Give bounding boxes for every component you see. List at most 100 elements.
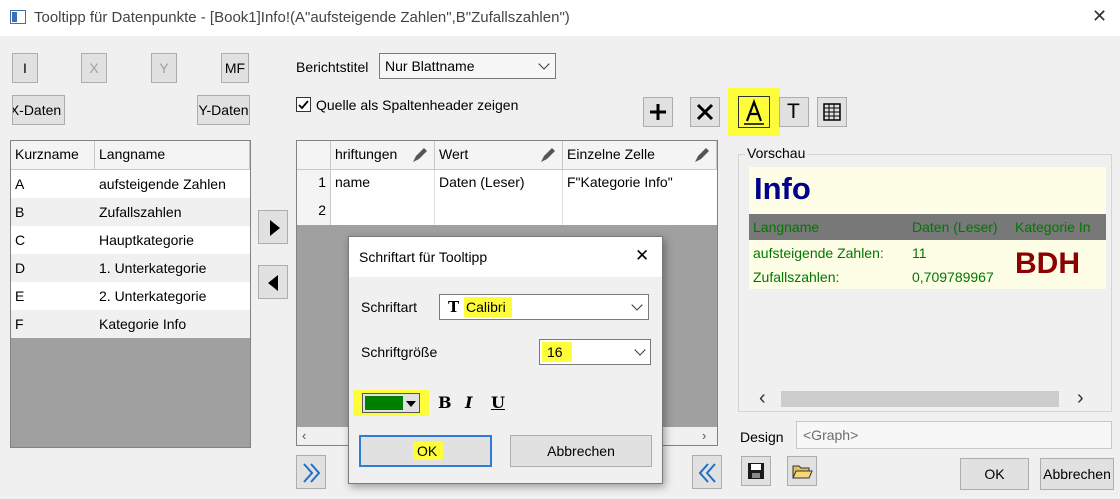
scroll-left-icon[interactable]: ‹	[302, 428, 306, 443]
title-bar: Tooltipp für Datenpunkte - [Book1]Info!(…	[0, 0, 1120, 36]
header-label: hriftungen	[335, 146, 398, 162]
chevron-down-icon	[538, 58, 550, 70]
text-button[interactable]: T	[779, 97, 809, 127]
x-button[interactable]: X	[81, 53, 107, 83]
table-corner	[297, 141, 331, 170]
preview-row-name: aufsteigende Zahlen:	[753, 245, 884, 261]
column-list[interactable]: Kurzname Langname A aufsteigende Zahlen …	[10, 140, 251, 448]
preview-hscrollbar[interactable]: ‹ ›	[749, 387, 1106, 410]
font-button[interactable]	[738, 96, 770, 128]
italic-button[interactable]: I	[465, 393, 472, 412]
dialog-ok-button[interactable]: OK	[359, 435, 492, 467]
scroll-thumb[interactable]	[781, 391, 1059, 407]
table-icon	[823, 103, 841, 121]
preview-header-langname: Langname	[753, 219, 820, 235]
preview-area: Info Langname Daten (Leser) Kategorie In…	[749, 167, 1106, 289]
list-item[interactable]: D	[11, 254, 95, 282]
double-chevron-left-icon	[698, 463, 716, 483]
source-header-checkbox[interactable]	[296, 97, 311, 112]
header-beschriftungen[interactable]: hriftungen	[331, 141, 435, 170]
header-kurzname[interactable]: Kurzname	[11, 141, 95, 170]
list-rows: A aufsteigende Zahlen B Zufallszahlen C …	[11, 170, 250, 338]
x-daten-button[interactable]: X-Daten	[12, 95, 65, 125]
i-button[interactable]: I	[12, 53, 38, 83]
pencil-icon[interactable]	[410, 145, 430, 165]
add-right-button[interactable]	[258, 210, 288, 244]
chevron-down-icon	[631, 299, 643, 311]
font-dialog: Schriftart für Tooltipp ✕ Schriftart T C…	[348, 236, 663, 484]
table-cell[interactable]: name	[331, 170, 435, 198]
check-icon	[298, 100, 309, 110]
scroll-left-icon[interactable]: ‹	[759, 387, 766, 410]
underline-button[interactable]: U	[491, 393, 505, 412]
preview-header-kategorie: Kategorie In	[1015, 219, 1091, 235]
bold-button[interactable]: B	[438, 393, 452, 412]
table-cell[interactable]	[563, 198, 717, 225]
color-picker[interactable]	[362, 393, 420, 413]
table-cell[interactable]	[331, 198, 435, 225]
list-item[interactable]: Kategorie Info	[95, 310, 250, 338]
list-item[interactable]: A	[11, 170, 95, 198]
table-cell[interactable]: Daten (Leser)	[435, 170, 563, 198]
report-title-select[interactable]: Nur Blattname	[379, 53, 556, 79]
list-item[interactable]: E	[11, 282, 95, 310]
font-a-icon	[744, 98, 764, 125]
mf-button[interactable]: MF	[221, 53, 249, 83]
y-button[interactable]: Y	[151, 53, 177, 83]
dialog-title: Schriftart für Tooltipp	[359, 249, 488, 265]
pencil-icon[interactable]	[538, 145, 558, 165]
dialog-cancel-button[interactable]: Abbrechen	[510, 435, 652, 467]
scroll-right-icon[interactable]: ›	[1077, 387, 1084, 410]
header-einzelne-zelle[interactable]: Einzelne Zelle	[563, 141, 717, 170]
list-item[interactable]: B	[11, 198, 95, 226]
add-row-button[interactable]	[643, 97, 673, 127]
ok-button[interactable]: OK	[960, 458, 1029, 490]
size-select[interactable]: 16	[539, 339, 651, 365]
table-button[interactable]	[817, 97, 847, 127]
header-wert[interactable]: Wert	[435, 141, 563, 170]
list-item[interactable]: aufsteigende Zahlen	[95, 170, 250, 198]
cancel-button[interactable]: Abbrechen	[1040, 458, 1114, 490]
color-swatch	[365, 396, 403, 410]
preview-row-value: 0,709789967	[912, 269, 994, 285]
table-cell[interactable]	[435, 198, 563, 225]
open-design-button[interactable]	[787, 456, 817, 486]
folder-open-icon	[792, 465, 813, 479]
y-daten-button[interactable]: Y-Daten	[197, 95, 250, 125]
chevron-down-icon	[634, 344, 646, 356]
list-item[interactable]: 1. Unterkategorie	[95, 254, 250, 282]
source-header-label: Quelle als Spaltenheader zeigen	[316, 97, 519, 113]
list-item[interactable]: 2. Unterkategorie	[95, 282, 250, 310]
list-item[interactable]: F	[11, 310, 95, 338]
truetype-icon: T	[448, 298, 460, 316]
pencil-icon[interactable]	[692, 145, 712, 165]
row-number: 1	[297, 170, 331, 198]
report-title-label: Berichtstitel	[296, 59, 369, 75]
save-design-button[interactable]	[741, 456, 771, 486]
text-t-icon: T	[787, 100, 800, 123]
header-label: Einzelne Zelle	[567, 146, 655, 162]
remove-left-button[interactable]	[258, 265, 288, 299]
list-item[interactable]: C	[11, 226, 95, 254]
header-label: Wert	[439, 146, 469, 162]
report-title-value: Nur Blattname	[385, 58, 475, 74]
scroll-right-icon[interactable]: ›	[702, 428, 706, 443]
dialog-ok-label: OK	[417, 443, 438, 459]
preview-row-value: 11	[912, 245, 927, 261]
list-item[interactable]: Zufallszahlen	[95, 198, 250, 226]
expand-right-button[interactable]	[296, 455, 326, 489]
header-langname[interactable]: Langname	[95, 141, 250, 170]
table-cell[interactable]: F"Kategorie Info"	[563, 170, 717, 198]
dialog-close-icon[interactable]: ✕	[635, 246, 649, 266]
arrow-left-icon	[268, 275, 278, 291]
list-empty-area	[11, 338, 250, 447]
preview-title: Info	[754, 171, 811, 206]
design-field[interactable]: <Graph>	[796, 421, 1112, 449]
expand-left-button[interactable]	[692, 455, 722, 489]
close-icon[interactable]: ✕	[1092, 6, 1107, 27]
row-number: 2	[297, 198, 331, 225]
list-item[interactable]: Hauptkategorie	[95, 226, 250, 254]
preview-row-name: Zufallszahlen:	[753, 269, 840, 285]
delete-row-button[interactable]	[690, 97, 720, 127]
font-select[interactable]: T Calibri	[439, 294, 649, 320]
